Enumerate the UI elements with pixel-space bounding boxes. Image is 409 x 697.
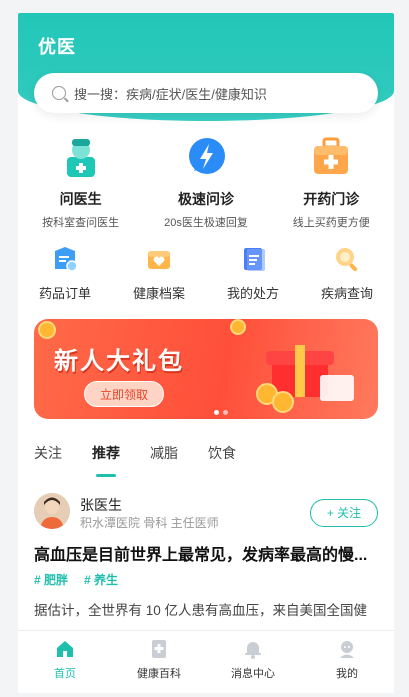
tab-follow[interactable]: 关注 (34, 443, 62, 463)
sub-service-health-record[interactable]: 健康档案 (112, 245, 206, 302)
bottom-nav: 首页 健康百科 消息中心 我的 (18, 630, 394, 693)
service-subtitle: 线上买药更方便 (292, 217, 370, 229)
app-screen: 优医 搜一搜：疾病/症状/医生/健康知识 问医生 按科室查问医生 极速问诊 20… (18, 13, 394, 693)
pagination-dot[interactable] (214, 410, 219, 415)
service-subtitle: 按科室查问医生 (42, 217, 120, 229)
disease-search-icon (333, 245, 361, 273)
tab-fat-loss[interactable]: 减脂 (150, 443, 178, 463)
sub-service-label: 药品订单 (38, 286, 91, 301)
banner-title: 新人大礼包 (54, 348, 184, 375)
doctor-name: 张医生 (80, 497, 122, 513)
sub-service-disease-search[interactable]: 疾病查询 (300, 245, 394, 302)
nav-home[interactable]: 首页 (18, 631, 112, 693)
health-record-icon (145, 245, 173, 273)
encyclopedia-icon (149, 639, 169, 659)
post-title[interactable]: 高血压是目前世界上最常见，发病率最高的慢... (34, 541, 367, 565)
service-title: 开药门诊 (303, 191, 360, 207)
doctor-info: 积水潭医院 骨科 主任医师 (80, 516, 219, 530)
nav-label: 健康百科 (137, 668, 181, 680)
avatar[interactable] (34, 493, 70, 529)
medicine-kit-icon (309, 135, 353, 179)
coin-decoration (272, 391, 294, 413)
pagination-dot[interactable] (223, 410, 228, 415)
coin-decoration (230, 319, 246, 335)
main-services: 问医生 按科室查问医生 极速问诊 20s医生极速回复 开药门诊 线上买药更方便 (18, 135, 394, 230)
follow-button[interactable]: + 关注 (310, 499, 378, 527)
tab-diet[interactable]: 饮食 (208, 443, 236, 463)
nav-encyclopedia[interactable]: 健康百科 (112, 631, 206, 693)
nav-messages[interactable]: 消息中心 (206, 631, 300, 693)
sub-service-prescription[interactable]: 我的处方 (206, 245, 300, 302)
tab-recommend[interactable]: 推荐 (92, 443, 120, 477)
search-icon (52, 86, 66, 100)
nav-label: 首页 (54, 668, 76, 680)
search-placeholder: 搜一搜：疾病/症状/医生/健康知识 (74, 86, 267, 102)
sub-services: 药品订单 健康档案 我的处方 疾病查询 (18, 245, 394, 302)
nav-profile[interactable]: 我的 (300, 631, 394, 693)
service-subtitle: 20s医生极速回复 (164, 217, 248, 229)
service-ask-doctor[interactable]: 问医生 按科室查问医生 (18, 135, 143, 230)
doctor-icon (59, 135, 103, 179)
tag[interactable]: # 养生 (84, 571, 118, 588)
bell-icon (243, 639, 263, 659)
app-title: 优医 (38, 37, 76, 57)
banner-claim-button[interactable]: 立即领取 (84, 381, 164, 407)
home-icon (55, 639, 75, 659)
banner-pagination (214, 410, 228, 415)
prescription-icon (239, 245, 267, 273)
sub-service-label: 疾病查询 (320, 286, 373, 301)
nav-label: 消息中心 (231, 668, 275, 680)
search-bar[interactable]: 搜一搜：疾病/症状/医生/健康知识 (34, 73, 378, 113)
nav-label: 我的 (336, 668, 358, 680)
sub-service-label: 健康档案 (132, 286, 185, 301)
service-prescription-clinic[interactable]: 开药门诊 线上买药更方便 (269, 135, 394, 230)
post-tags: # 肥胖 # 养生 (34, 571, 118, 588)
service-title: 问医生 (59, 191, 102, 207)
lightning-chat-icon (184, 135, 228, 179)
card-decoration (320, 375, 354, 401)
sub-service-orders[interactable]: 药品订单 (18, 245, 112, 302)
service-quick-consult[interactable]: 极速问诊 20s医生极速回复 (143, 135, 268, 230)
coin-decoration (38, 321, 56, 339)
service-title: 极速问诊 (177, 191, 234, 207)
sub-service-label: 我的处方 (226, 286, 279, 301)
tag[interactable]: # 肥胖 (34, 571, 68, 588)
order-icon (51, 245, 79, 273)
feed-tabs: 关注 推荐 减脂 饮食 (34, 443, 236, 477)
profile-icon (337, 639, 357, 659)
promo-banner[interactable]: 新人大礼包 立即领取 (34, 319, 378, 419)
